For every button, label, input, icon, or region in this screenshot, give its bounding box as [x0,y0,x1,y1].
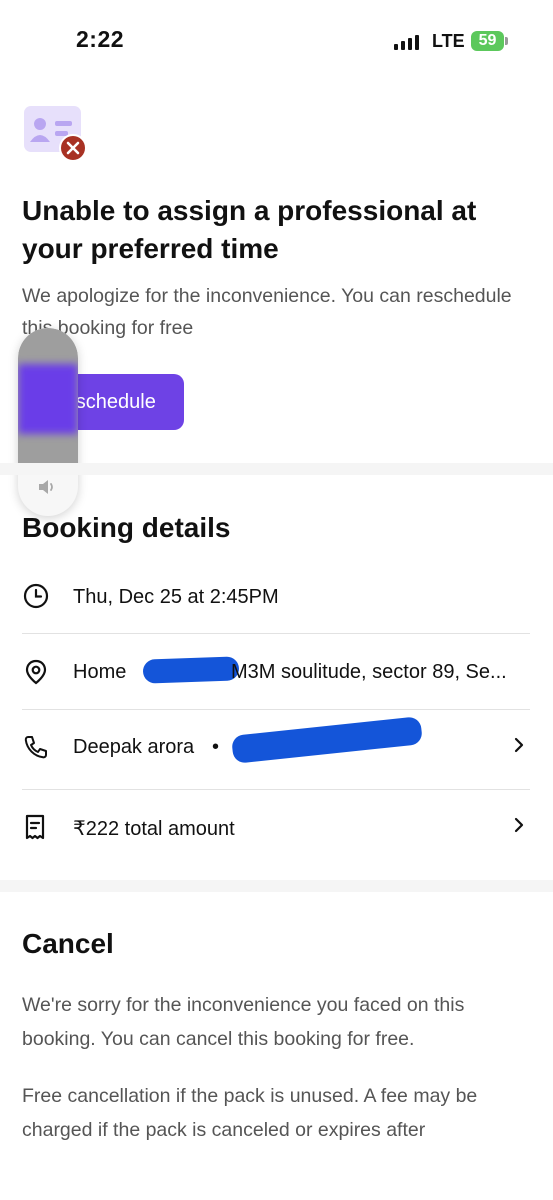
volume-level [18,364,78,434]
network-type: LTE [432,31,465,51]
clock-icon [22,582,50,610]
booking-details-title: Booking details [22,512,231,543]
status-bar: 2:22 LTE 59 [0,0,553,84]
status-time: 2:22 [76,26,125,52]
cancel-paragraph-1: We're sorry for the inconvenience you fa… [22,994,465,1050]
section-divider [0,880,553,892]
speaker-icon [36,476,60,498]
cancel-paragraph-2: Free cancellation if the pack is unused.… [22,1085,478,1141]
signal-icon [394,34,422,50]
battery-level: 59 [478,32,497,49]
amount-row[interactable]: ₹222 total amount [0,790,553,865]
redacted-address [142,656,240,684]
receipt-icon [22,813,50,841]
battery-cap [505,37,508,45]
section-divider [0,463,553,475]
contact-row[interactable]: Deepak arora • [0,710,553,788]
datetime-row: Thu, Dec 25 at 2:45PM [0,572,553,632]
battery-icon: 59 [471,31,504,51]
total-amount: ₹222 total amount [73,818,235,840]
address-label: Home [73,661,127,683]
address-row[interactable]: Home M3M soulitude, sector 89, Se... [0,634,553,709]
cancel-title: Cancel [22,928,114,959]
booking-datetime: Thu, Dec 25 at 2:45PM [73,586,279,608]
redacted-phone [231,716,423,764]
contact-name: Deepak arora [73,736,195,758]
location-pin-icon [22,658,50,686]
contact-separator: • [212,736,220,758]
chevron-right-icon[interactable] [508,814,530,836]
alert-title: Unable to assign a professional at your … [22,195,477,264]
chevron-right-icon[interactable] [508,734,530,756]
booking-address: M3M soulitude, sector 89, Se... [231,661,507,683]
alert-subtitle: We apologize for the inconvenience. You … [22,285,512,339]
volume-overlay[interactable] [18,328,78,516]
phone-icon [22,733,50,761]
id-card-error-icon [24,106,88,164]
